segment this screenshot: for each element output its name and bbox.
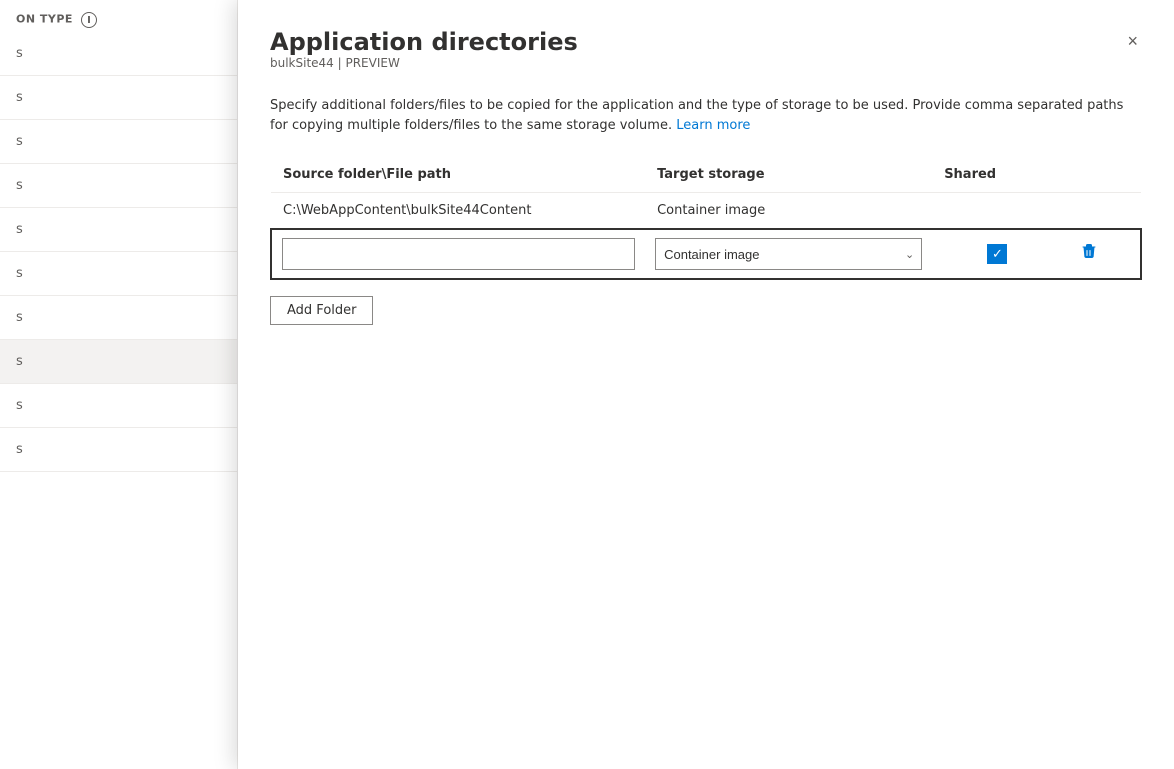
trash-icon <box>1081 244 1097 260</box>
sidebar-item-4[interactable]: s <box>0 164 237 208</box>
sidebar-section-header: on type i <box>0 0 237 32</box>
description-text: Specify additional folders/files to be c… <box>270 96 1142 135</box>
modal-subtitle: bulkSite44 | PREVIEW <box>270 56 578 70</box>
sidebar: on type i s s s s s s s s s s <box>0 0 238 769</box>
add-folder-button[interactable]: Add Folder <box>270 296 373 325</box>
modal-title-section: Application directories bulkSite44 | PRE… <box>270 28 578 90</box>
edit-shared-cell <box>932 229 1063 279</box>
sidebar-item-9[interactable]: s <box>0 384 237 428</box>
header-shared: Shared <box>932 159 1063 193</box>
row-target: Container image <box>645 193 932 230</box>
edit-target-cell: Container image Azure Files Azure Blob S… <box>645 229 932 279</box>
row-shared <box>932 193 1063 230</box>
sidebar-item-6[interactable]: s <box>0 252 237 296</box>
delete-row-button[interactable] <box>1073 240 1105 269</box>
header-source: Source folder\File path <box>271 159 645 193</box>
sidebar-item-8[interactable]: s <box>0 340 237 384</box>
modal-title: Application directories <box>270 28 578 56</box>
info-icon: i <box>81 12 97 28</box>
edit-row: Container image Azure Files Azure Blob S… <box>271 229 1141 279</box>
sidebar-item-5[interactable]: s <box>0 208 237 252</box>
modal-header: Application directories bulkSite44 | PRE… <box>270 28 1142 90</box>
target-storage-dropdown-wrapper: Container image Azure Files Azure Blob S… <box>655 238 922 270</box>
sidebar-item-10[interactable]: s <box>0 428 237 472</box>
source-folder-input[interactable] <box>282 238 635 270</box>
sidebar-item-7[interactable]: s <box>0 296 237 340</box>
table-row: C:\WebAppContent\bulkSite44Content Conta… <box>271 193 1141 230</box>
table-header-row: Source folder\File path Target storage S… <box>271 159 1141 193</box>
sidebar-item-3[interactable]: s <box>0 120 237 164</box>
header-actions <box>1063 159 1141 193</box>
sidebar-item-2[interactable]: s <box>0 76 237 120</box>
target-storage-select[interactable]: Container image Azure Files Azure Blob S… <box>655 238 922 270</box>
edit-source-cell <box>271 229 645 279</box>
learn-more-link[interactable]: Learn more <box>676 118 750 133</box>
header-target: Target storage <box>645 159 932 193</box>
edit-delete-cell <box>1063 229 1141 279</box>
directory-table: Source folder\File path Target storage S… <box>270 159 1142 280</box>
row-source: C:\WebAppContent\bulkSite44Content <box>271 193 645 230</box>
row-actions <box>1063 193 1141 230</box>
sidebar-item-1[interactable]: s <box>0 32 237 76</box>
modal-panel: Application directories bulkSite44 | PRE… <box>238 0 1174 769</box>
close-button[interactable]: × <box>1123 28 1142 54</box>
shared-checkbox[interactable] <box>987 244 1007 264</box>
